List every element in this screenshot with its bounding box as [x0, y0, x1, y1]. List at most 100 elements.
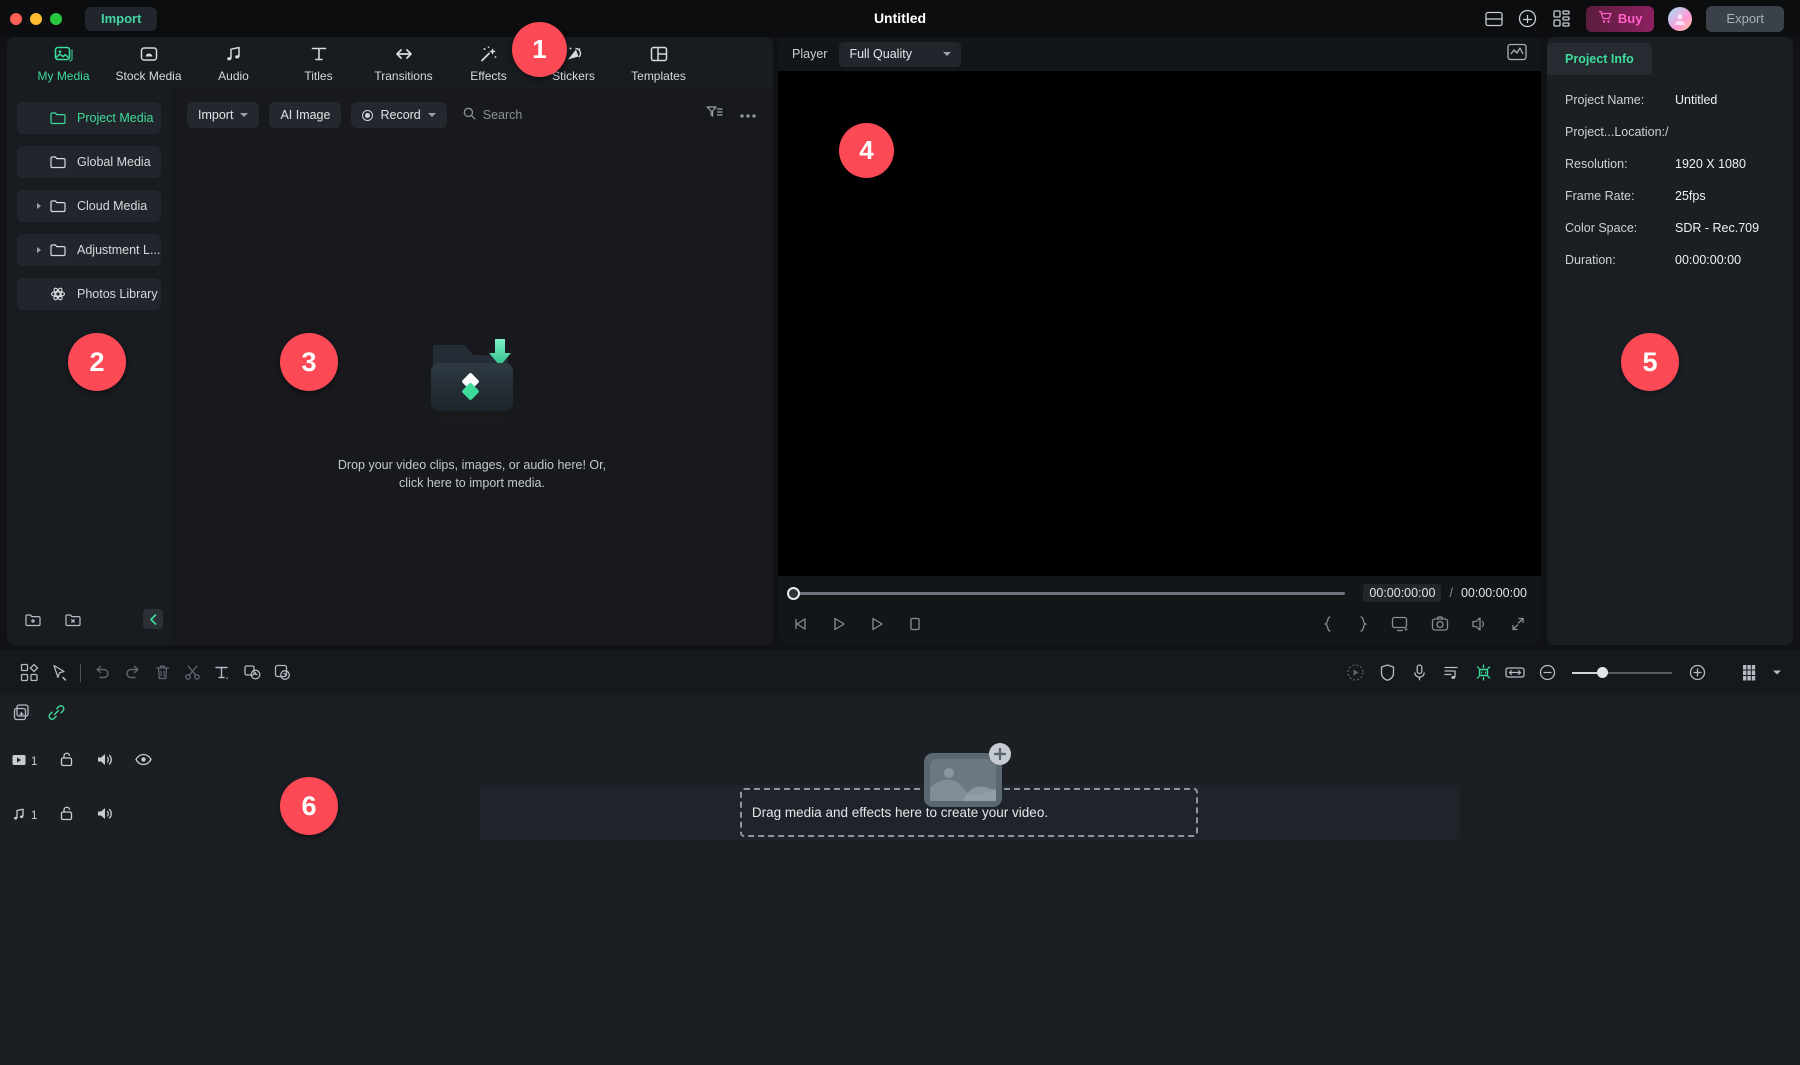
expand-caret-icon[interactable]: [37, 247, 41, 253]
layout-icon[interactable]: [1484, 9, 1504, 29]
display-icon[interactable]: [1391, 615, 1410, 638]
tab-transitions[interactable]: Transitions: [361, 43, 446, 83]
link-icon[interactable]: [47, 703, 66, 727]
play-icon[interactable]: [868, 615, 886, 638]
sidebar-item-cloud-media[interactable]: Cloud Media: [17, 190, 161, 222]
timeline-top-icons: [0, 695, 1800, 735]
time-separator: /: [1449, 586, 1452, 600]
effects-wand-icon: [479, 43, 499, 65]
total-time: 00:00:00:00: [1461, 586, 1527, 600]
shield-stabilize-icon[interactable]: [1372, 658, 1402, 688]
info-key: Project Name:: [1565, 93, 1675, 107]
titles-text-icon: [309, 43, 329, 65]
zoom-in-icon[interactable]: [1682, 658, 1712, 688]
minimize-window-button[interactable]: [30, 13, 42, 25]
search-placeholder: Search: [483, 108, 523, 122]
zoom-slider-knob[interactable]: [1597, 667, 1608, 678]
info-value: 1920 X 1080: [1675, 157, 1746, 171]
beat-detect-icon[interactable]: [1436, 658, 1466, 688]
buy-label: Buy: [1618, 11, 1643, 26]
tab-stock-media[interactable]: Stock Media: [106, 43, 191, 83]
avatar[interactable]: [1668, 7, 1692, 31]
chevron-down-icon[interactable]: [1768, 658, 1786, 688]
more-options-icon[interactable]: [739, 106, 757, 124]
lock-icon[interactable]: [59, 751, 74, 772]
export-button[interactable]: Export: [1706, 6, 1784, 32]
stop-icon[interactable]: [906, 615, 924, 638]
sidebar-item-adjustment-layer[interactable]: Adjustment L...: [17, 234, 161, 266]
tab-label: Stock Media: [115, 69, 181, 83]
microphone-icon[interactable]: [1404, 658, 1434, 688]
player-right-controls: [1321, 615, 1527, 638]
select-cursor-icon[interactable]: [44, 658, 74, 688]
search-input[interactable]: Search: [463, 107, 523, 123]
info-key: Frame Rate:: [1565, 189, 1675, 203]
record-dropdown-button[interactable]: Record: [351, 102, 446, 128]
sidebar-item-project-media[interactable]: Project Media: [17, 102, 161, 134]
mute-icon[interactable]: [96, 752, 113, 772]
add-track-icon[interactable]: [12, 703, 31, 727]
mark-out-icon[interactable]: [1356, 615, 1370, 638]
delete-icon[interactable]: [147, 658, 177, 688]
dropzone-text: Drop your video clips, images, or audio …: [338, 456, 606, 492]
dropzone-line1: Drop your video clips, images, or audio …: [338, 458, 606, 472]
grid-view-icon[interactable]: [14, 658, 44, 688]
snapshot-icon[interactable]: [1431, 615, 1449, 638]
sidebar-item-global-media[interactable]: Global Media: [17, 146, 161, 178]
new-folder-icon[interactable]: [19, 613, 47, 628]
ai-image-button[interactable]: AI Image: [269, 102, 341, 128]
project-info-list: Project Name: Untitled Project...Locatio…: [1547, 75, 1793, 267]
tab-project-info[interactable]: Project Info: [1547, 43, 1652, 75]
quality-select[interactable]: Full Quality: [839, 42, 961, 67]
filter-icon[interactable]: [706, 105, 723, 125]
tab-templates[interactable]: Templates: [616, 43, 701, 83]
playhead-slider[interactable]: [792, 592, 1345, 595]
maximize-window-button[interactable]: [50, 13, 62, 25]
tab-titles[interactable]: Titles: [276, 43, 361, 83]
fit-timeline-icon[interactable]: [1500, 658, 1530, 688]
badge-number: 4: [859, 135, 873, 166]
templates-layout-icon: [649, 43, 669, 65]
play-back-icon[interactable]: [830, 615, 848, 638]
prev-frame-icon[interactable]: [792, 615, 810, 638]
waveform-scope-icon[interactable]: [1507, 43, 1527, 66]
stock-media-icon: [139, 43, 159, 65]
zoom-slider[interactable]: [1572, 663, 1672, 683]
annotation-badge-6: 6: [280, 777, 338, 835]
redo-icon[interactable]: [117, 658, 147, 688]
eye-icon[interactable]: [135, 753, 152, 771]
media-placeholder-icon: [922, 743, 1010, 805]
timeline-drag-text: Drag media and effects here to create yo…: [0, 805, 1800, 820]
playhead-knob[interactable]: [787, 587, 800, 600]
grid-apps-icon[interactable]: [1552, 9, 1572, 29]
color-match-icon[interactable]: [1340, 658, 1370, 688]
media-dropzone[interactable]: Drop your video clips, images, or audio …: [171, 146, 773, 645]
project-info-row: Duration: 00:00:00:00: [1565, 253, 1793, 267]
split-scissors-icon[interactable]: [177, 658, 207, 688]
markers-icon[interactable]: [1468, 658, 1498, 688]
mark-in-icon[interactable]: [1321, 615, 1335, 638]
volume-icon[interactable]: [1470, 615, 1488, 638]
render-bar-icon[interactable]: [1736, 658, 1766, 688]
buy-button[interactable]: Buy: [1586, 6, 1655, 32]
sidebar-item-photos-library[interactable]: Photos Library: [17, 278, 161, 310]
collapse-sidebar-button[interactable]: [143, 609, 163, 629]
tab-audio[interactable]: Audio: [191, 43, 276, 83]
tab-my-media[interactable]: My Media: [21, 43, 106, 83]
text-tool-icon[interactable]: [207, 658, 237, 688]
close-window-button[interactable]: [10, 13, 22, 25]
crop-icon[interactable]: [237, 658, 267, 688]
delete-folder-icon[interactable]: [59, 613, 87, 628]
timeline-panel: 1 1: [0, 695, 1800, 1065]
import-dropdown-button[interactable]: Import: [187, 102, 259, 128]
speed-icon[interactable]: [267, 658, 297, 688]
import-button-titlebar[interactable]: Import: [85, 7, 157, 31]
undo-icon[interactable]: [87, 658, 117, 688]
expand-caret-icon[interactable]: [37, 203, 41, 209]
cloud-upload-icon[interactable]: [1518, 9, 1538, 29]
tab-label: Effects: [470, 69, 506, 83]
zoom-out-icon[interactable]: [1532, 658, 1562, 688]
fullscreen-icon[interactable]: [1509, 615, 1527, 638]
badge-number: 3: [301, 347, 316, 378]
timeline-track-head-video: 1: [0, 751, 170, 772]
